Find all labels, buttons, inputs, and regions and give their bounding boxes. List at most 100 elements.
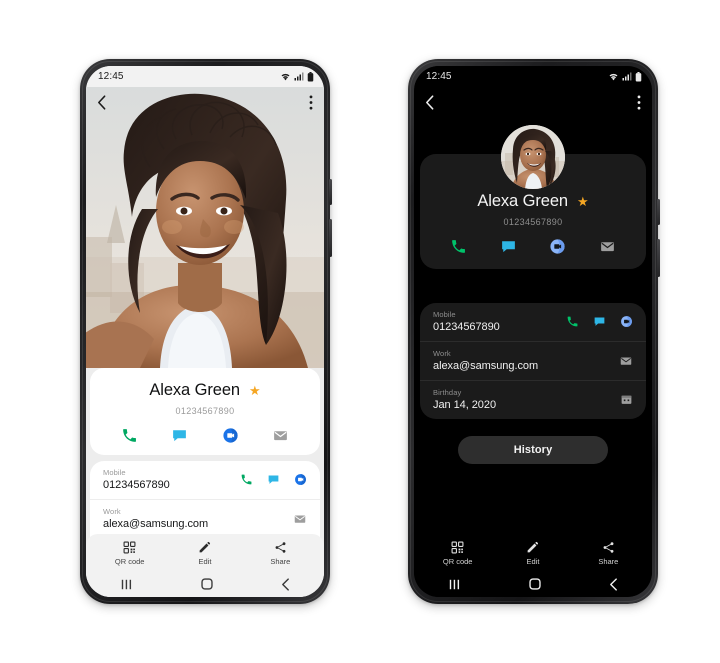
star-icon[interactable]: ★: [577, 195, 589, 208]
status-bar: 12:45: [414, 66, 652, 87]
qr-code-button[interactable]: QR code: [92, 541, 167, 566]
power-button[interactable]: [329, 219, 332, 257]
history-button[interactable]: History: [457, 436, 609, 464]
video-call-action[interactable]: [294, 473, 307, 486]
contact-name-row: Alexa Green ★: [90, 381, 320, 400]
status-clock: 12:45: [98, 71, 124, 82]
email-action[interactable]: [293, 512, 307, 526]
phone-device-light: 12:45 Alexa Green ★ 01234567890 Mobile 0…: [80, 59, 332, 604]
contact-photo-image: [86, 87, 324, 368]
tool-label: Share: [598, 557, 619, 566]
status-clock: 12:45: [426, 71, 452, 82]
back-icon[interactable]: [425, 94, 434, 110]
call-action[interactable]: [240, 473, 253, 486]
detail-row-work[interactable]: Work alexa@samsung.com: [90, 499, 320, 538]
detail-value: 01234567890: [103, 479, 170, 491]
signal-icon: [622, 72, 632, 81]
detail-text: Work alexa@samsung.com: [433, 349, 611, 372]
detail-text: Birthday Jan 14, 2020: [433, 388, 612, 411]
detail-value: alexa@samsung.com: [433, 360, 539, 372]
edit-button[interactable]: Edit: [496, 541, 571, 566]
tool-row: QR code Edit Share: [86, 534, 324, 571]
detail-value: 01234567890: [433, 321, 500, 333]
status-bar: 12:45: [86, 66, 324, 87]
share-icon: [603, 542, 614, 553]
message-action[interactable]: [593, 315, 606, 328]
back-nav-icon[interactable]: [609, 577, 618, 591]
video-call-action[interactable]: [222, 427, 239, 444]
qr-code-icon: [123, 541, 136, 554]
app-bar: [414, 87, 652, 117]
share-button[interactable]: Share: [243, 541, 318, 566]
home-icon[interactable]: [529, 578, 541, 590]
wifi-icon: [281, 73, 290, 81]
pencil-icon: [528, 541, 539, 553]
battery-icon: [635, 71, 642, 81]
back-nav-icon[interactable]: [281, 577, 290, 591]
power-button[interactable]: [657, 239, 660, 277]
android-nav-bar: [414, 571, 652, 597]
avatar-image: [501, 125, 565, 189]
row-action-group: [611, 354, 633, 368]
call-action[interactable]: [121, 427, 138, 444]
contact-photo: [86, 87, 324, 368]
detail-value: Jan 14, 2020: [433, 399, 497, 411]
video-call-action[interactable]: [620, 315, 633, 328]
email-action[interactable]: [619, 354, 633, 368]
row-action-group: [232, 473, 307, 486]
avatar[interactable]: [501, 125, 565, 189]
quick-action-row: [90, 427, 320, 444]
detail-text: Mobile 01234567890: [433, 310, 558, 333]
qr-code-icon: [451, 541, 464, 554]
tool-label: QR code: [114, 557, 145, 566]
detail-label: Birthday: [433, 388, 462, 397]
calendar-icon[interactable]: [620, 393, 633, 406]
detail-row-mobile[interactable]: Mobile 01234567890: [420, 303, 646, 341]
video-call-action[interactable]: [549, 238, 566, 255]
edit-button[interactable]: Edit: [168, 541, 243, 566]
contact-fields-card: Mobile 01234567890 Work alexa@samsung.co…: [420, 303, 646, 419]
detail-row-mobile[interactable]: Mobile 01234567890: [90, 461, 320, 499]
recents-icon[interactable]: [448, 579, 461, 590]
message-action[interactable]: [500, 238, 517, 255]
signal-icon: [294, 72, 304, 81]
tool-label: Share: [270, 557, 291, 566]
page-title: Alexa Green: [149, 381, 240, 399]
tool-label: Edit: [198, 557, 212, 566]
email-action[interactable]: [272, 427, 289, 444]
battery-icon: [307, 71, 314, 81]
contact-phone-subtitle: 01234567890: [503, 217, 563, 227]
email-action[interactable]: [599, 238, 616, 255]
qr-code-button[interactable]: QR code: [420, 541, 495, 566]
volume-button[interactable]: [329, 179, 332, 205]
contact-name-row: Alexa Green ★: [420, 192, 646, 211]
quick-action-row: [420, 238, 646, 255]
status-icon-group: [608, 71, 642, 82]
phone-screen-light: 12:45 Alexa Green ★ 01234567890 Mobile 0…: [86, 66, 324, 597]
detail-row-work[interactable]: Work alexa@samsung.com: [420, 341, 646, 380]
home-icon[interactable]: [201, 578, 213, 590]
star-icon[interactable]: ★: [249, 384, 261, 397]
call-action[interactable]: [450, 238, 467, 255]
back-icon[interactable]: [97, 94, 106, 110]
share-button[interactable]: Share: [571, 541, 646, 566]
page-title: Alexa Green: [477, 192, 568, 210]
pencil-icon: [200, 541, 211, 553]
phone-screen-dark: 12:45 Alexa Green ★ 01234567890 Mobile 0…: [414, 66, 652, 597]
contact-summary-card: Alexa Green ★ 01234567890: [90, 368, 320, 455]
call-action[interactable]: [566, 315, 579, 328]
volume-button[interactable]: [657, 199, 660, 225]
detail-row-birthday[interactable]: Birthday Jan 14, 2020: [420, 380, 646, 419]
recents-icon[interactable]: [120, 579, 133, 590]
more-options-icon[interactable]: [637, 94, 641, 110]
detail-label: Mobile: [433, 310, 456, 319]
detail-label: Mobile: [103, 468, 126, 477]
detail-label: Work: [103, 507, 121, 516]
message-action[interactable]: [171, 427, 188, 444]
contact-phone-subtitle: 01234567890: [175, 406, 235, 416]
bottom-bar: QR code Edit Share: [86, 534, 324, 597]
message-action[interactable]: [267, 473, 280, 486]
wifi-icon: [609, 73, 618, 81]
more-options-icon[interactable]: [309, 94, 313, 110]
bottom-bar: QR code Edit Share: [414, 534, 652, 597]
